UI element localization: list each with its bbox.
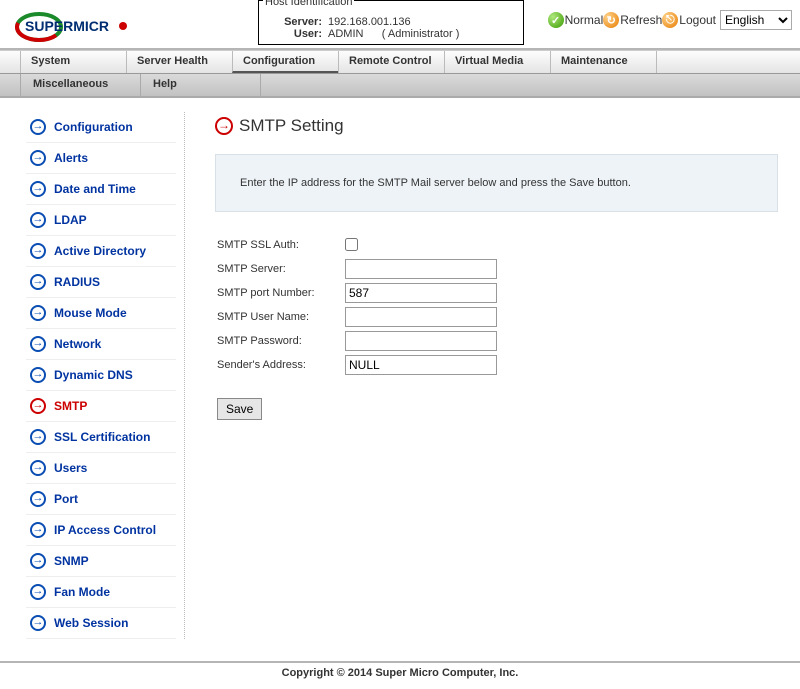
- smtp-port-input[interactable]: [345, 283, 497, 303]
- arrow-right-icon: [30, 181, 46, 197]
- refresh-link[interactable]: Refresh: [620, 13, 662, 27]
- arrow-right-icon: [30, 460, 46, 476]
- smtp-server-label: SMTP Server:: [217, 263, 345, 275]
- arrow-right-icon: [30, 274, 46, 290]
- arrow-right-icon: [30, 367, 46, 383]
- page-title: SMTP Setting: [215, 116, 778, 136]
- sidebar-item-ldap[interactable]: LDAP: [26, 205, 176, 236]
- ssl-auth-label: SMTP SSL Auth:: [217, 239, 345, 251]
- sidebar-item-port[interactable]: Port: [26, 484, 176, 515]
- host-id-legend: Host Identification: [263, 0, 354, 8]
- sidebar-item-label: RADIUS: [54, 275, 100, 289]
- sidebar-item-label: Port: [54, 492, 78, 506]
- info-box: Enter the IP address for the SMTP Mail s…: [215, 154, 778, 212]
- sidebar-item-label: SMTP: [54, 399, 87, 413]
- tab-server-health[interactable]: Server Health: [126, 51, 232, 73]
- arrow-right-icon: [30, 243, 46, 259]
- sender-address-label: Sender's Address:: [217, 359, 345, 371]
- sidebar-item-ssl-certification[interactable]: SSL Certification: [26, 422, 176, 453]
- ssl-auth-checkbox[interactable]: [345, 238, 358, 251]
- svg-text:SUPERMICR: SUPERMICR: [25, 18, 109, 34]
- sidebar-item-radius[interactable]: RADIUS: [26, 267, 176, 298]
- sidebar-item-label: SNMP: [54, 554, 89, 568]
- smtp-server-input[interactable]: [345, 259, 497, 279]
- arrow-right-icon: [30, 212, 46, 228]
- subtab-miscellaneous[interactable]: Miscellaneous: [20, 74, 140, 96]
- sidebar-item-fan-mode[interactable]: Fan Mode: [26, 577, 176, 608]
- sidebar-item-network[interactable]: Network: [26, 329, 176, 360]
- arrow-right-icon: [30, 119, 46, 135]
- sidebar-item-ip-access-control[interactable]: IP Access Control: [26, 515, 176, 546]
- tab-system[interactable]: System: [20, 51, 126, 73]
- server-value: 192.168.001.136: [328, 16, 515, 28]
- arrow-right-icon: [215, 117, 233, 135]
- sidebar-item-label: Date and Time: [54, 182, 136, 196]
- tab-remote-control[interactable]: Remote Control: [338, 51, 444, 73]
- sidebar-item-label: Users: [54, 461, 87, 475]
- user-label: User:: [267, 28, 328, 40]
- user-value: ADMIN: [328, 28, 363, 40]
- sidebar-item-label: LDAP: [54, 213, 87, 227]
- subtab-help[interactable]: Help: [140, 74, 261, 96]
- sidebar-item-web-session[interactable]: Web Session: [26, 608, 176, 639]
- arrow-right-icon: [30, 553, 46, 569]
- arrow-right-icon: [30, 429, 46, 445]
- sidebar-item-mouse-mode[interactable]: Mouse Mode: [26, 298, 176, 329]
- sidebar-item-configuration[interactable]: Configuration: [26, 112, 176, 143]
- sidebar-item-label: Dynamic DNS: [54, 368, 133, 382]
- status-normal-label: Normal: [565, 13, 604, 27]
- sidebar-item-smtp[interactable]: SMTP: [26, 391, 176, 422]
- sidebar-item-alerts[interactable]: Alerts: [26, 143, 176, 174]
- sidebar-item-users[interactable]: Users: [26, 453, 176, 484]
- sidebar-item-label: Mouse Mode: [54, 306, 127, 320]
- smtp-password-label: SMTP Password:: [217, 335, 345, 347]
- logout-icon[interactable]: ⎋: [662, 12, 678, 28]
- sidebar-item-snmp[interactable]: SNMP: [26, 546, 176, 577]
- logo: SUPERMICR: [15, 8, 145, 46]
- arrow-right-icon: [30, 584, 46, 600]
- save-button[interactable]: Save: [217, 398, 262, 420]
- refresh-icon[interactable]: ↻: [603, 12, 619, 28]
- footer-copyright: Copyright © 2014 Super Micro Computer, I…: [0, 661, 800, 683]
- arrow-right-icon: [30, 305, 46, 321]
- arrow-right-icon: [30, 491, 46, 507]
- arrow-right-icon: [30, 522, 46, 538]
- sidebar-item-label: Alerts: [54, 151, 88, 165]
- server-label: Server:: [267, 16, 328, 28]
- sidebar-item-active-directory[interactable]: Active Directory: [26, 236, 176, 267]
- host-identification-box: Host Identification Server: 192.168.001.…: [258, 0, 524, 45]
- sidebar-item-label: Configuration: [54, 120, 133, 134]
- sub-menu: MiscellaneousHelp: [0, 74, 800, 98]
- sidebar-item-label: Active Directory: [54, 244, 146, 258]
- tab-virtual-media[interactable]: Virtual Media: [444, 51, 550, 73]
- user-role: ( Administrator ): [382, 28, 460, 40]
- tab-maintenance[interactable]: Maintenance: [550, 51, 657, 73]
- smtp-user-input[interactable]: [345, 307, 497, 327]
- sidebar-item-label: IP Access Control: [54, 523, 156, 537]
- arrow-right-icon: [30, 150, 46, 166]
- arrow-right-icon: [30, 398, 46, 414]
- smtp-port-label: SMTP port Number:: [217, 287, 345, 299]
- arrow-right-icon: [30, 615, 46, 631]
- sidebar-item-date-and-time[interactable]: Date and Time: [26, 174, 176, 205]
- sender-address-input[interactable]: [345, 355, 497, 375]
- sidebar-item-label: Network: [54, 337, 101, 351]
- sidebar-item-dynamic-dns[interactable]: Dynamic DNS: [26, 360, 176, 391]
- tab-configuration[interactable]: Configuration: [232, 51, 338, 73]
- sidebar: Configuration Alerts Date and Time LDAP Acti…: [26, 112, 185, 639]
- main-menu: SystemServer HealthConfigurationRemote C…: [0, 50, 800, 74]
- language-select[interactable]: English: [720, 10, 792, 30]
- sidebar-item-label: SSL Certification: [54, 430, 150, 444]
- sidebar-item-label: Web Session: [54, 616, 128, 630]
- smtp-user-label: SMTP User Name:: [217, 311, 345, 323]
- smtp-password-input[interactable]: [345, 331, 497, 351]
- sidebar-item-label: Fan Mode: [54, 585, 110, 599]
- arrow-right-icon: [30, 336, 46, 352]
- logout-link[interactable]: Logout: [679, 13, 716, 27]
- status-ok-icon: ✓: [548, 12, 564, 28]
